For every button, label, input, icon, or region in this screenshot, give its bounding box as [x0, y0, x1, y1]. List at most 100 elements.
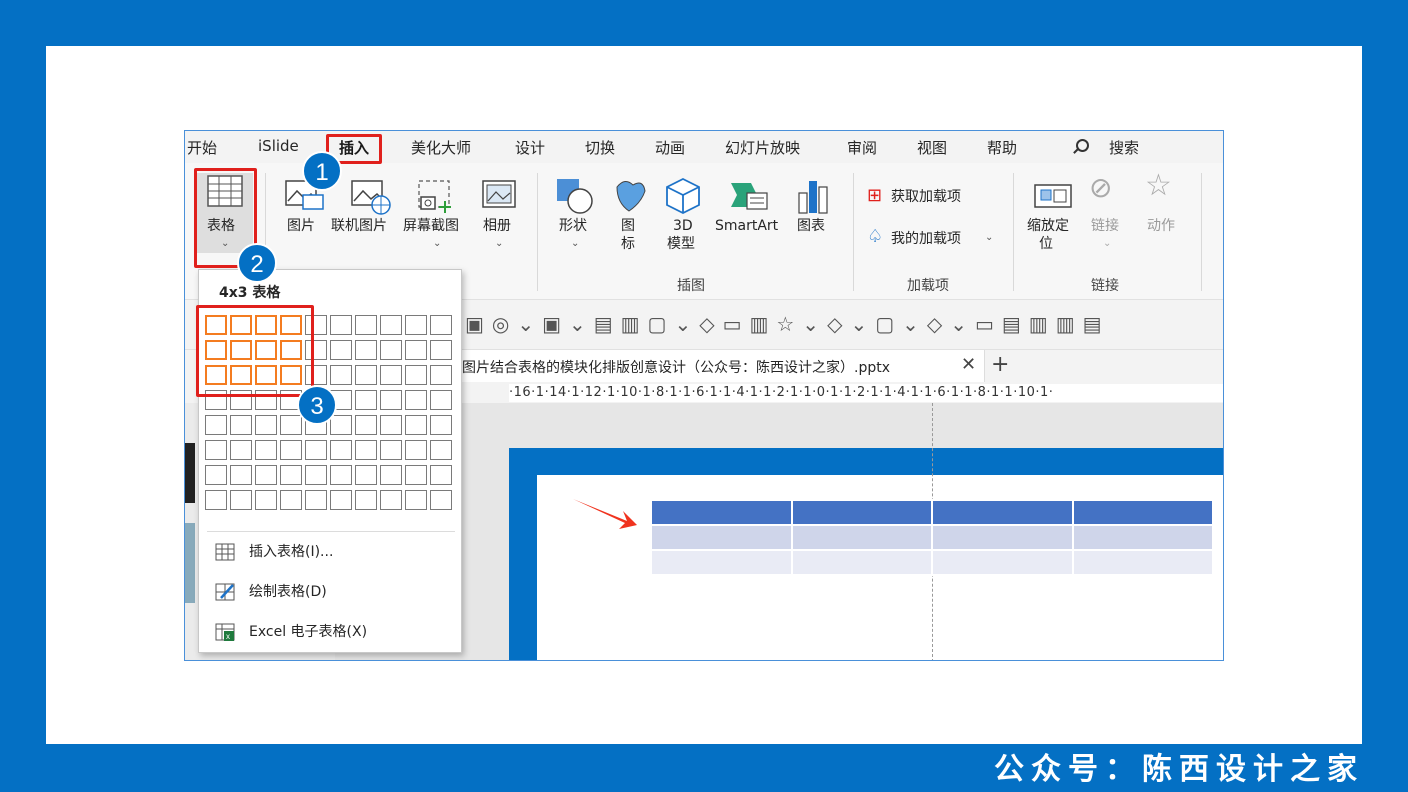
tab-beautify[interactable]: 美化大师 — [411, 137, 471, 158]
smartart-button[interactable]: SmartArt — [713, 173, 785, 253]
icons-button[interactable]: 图 标 — [609, 173, 649, 263]
table-cell[interactable] — [790, 499, 933, 526]
grid-cell[interactable] — [405, 315, 427, 335]
tab-review[interactable]: 审阅 — [847, 137, 877, 158]
grid-cell[interactable] — [430, 440, 452, 460]
grid-cell[interactable] — [330, 465, 352, 485]
chart-button[interactable]: 图表 — [791, 173, 835, 253]
grid-cell[interactable] — [355, 365, 377, 385]
shapes-button[interactable]: 形状 ⌄ — [553, 173, 597, 253]
grid-cell[interactable] — [355, 465, 377, 485]
grid-cell[interactable] — [430, 490, 452, 510]
grid-cell[interactable] — [280, 415, 302, 435]
album-button[interactable]: 相册 ⌄ — [477, 173, 521, 253]
grid-cell[interactable] — [305, 440, 327, 460]
grid-cell[interactable] — [330, 415, 352, 435]
grid-cell[interactable] — [380, 365, 402, 385]
table-cell[interactable] — [931, 524, 1074, 551]
new-tab-plus-icon[interactable]: + — [991, 352, 1009, 377]
grid-cell[interactable] — [255, 440, 277, 460]
grid-cell[interactable] — [230, 415, 252, 435]
grid-cell[interactable] — [430, 315, 452, 335]
thumbnail-image[interactable] — [185, 523, 195, 603]
grid-cell[interactable] — [230, 490, 252, 510]
grid-cell[interactable] — [405, 390, 427, 410]
grid-cell[interactable] — [330, 315, 352, 335]
tab-slideshow[interactable]: 幻灯片放映 — [725, 137, 800, 158]
grid-cell[interactable] — [380, 440, 402, 460]
grid-cell[interactable] — [255, 415, 277, 435]
grid-cell[interactable] — [355, 390, 377, 410]
table-cell[interactable] — [790, 524, 933, 551]
grid-cell[interactable] — [205, 440, 227, 460]
screenshot-button[interactable]: 屏幕截图 ⌄ — [403, 173, 469, 253]
excel-table-item[interactable]: x Excel 电子表格(X) — [215, 620, 455, 644]
grid-cell[interactable] — [355, 415, 377, 435]
grid-cell[interactable] — [430, 465, 452, 485]
tab-transitions[interactable]: 切换 — [585, 137, 615, 158]
grid-cell[interactable] — [405, 340, 427, 360]
grid-cell[interactable] — [330, 340, 352, 360]
grid-cell[interactable] — [330, 490, 352, 510]
table-cell[interactable] — [650, 499, 793, 526]
grid-cell[interactable] — [230, 465, 252, 485]
tab-view[interactable]: 视图 — [917, 137, 947, 158]
insert-table-item[interactable]: 插入表格(I)... — [215, 540, 455, 564]
grid-cell[interactable] — [405, 465, 427, 485]
tab-design[interactable]: 设计 — [515, 137, 545, 158]
grid-cell[interactable] — [205, 465, 227, 485]
toolbar-icons[interactable]: ▣◎⌄▣⌄▤▥▢⌄◇▭▥☆⌄◇⌄▢⌄◇⌄▭▤▥▥▤ — [465, 312, 1109, 336]
grid-cell[interactable] — [355, 490, 377, 510]
grid-cell[interactable] — [430, 340, 452, 360]
tab-animations[interactable]: 动画 — [655, 137, 685, 158]
document-tab[interactable]: 图片结合表格的模块化排版创意设计（公众号：陈西设计之家）.pptx ✕ — [455, 350, 985, 382]
close-icon[interactable]: ✕ — [961, 354, 976, 375]
grid-cell[interactable] — [205, 415, 227, 435]
link-button[interactable]: ⊘ 链接 ⌄ — [1085, 173, 1129, 253]
zoom-button[interactable]: 缩放定 位 — [1025, 173, 1079, 263]
grid-cell[interactable] — [305, 465, 327, 485]
inserted-table[interactable] — [650, 499, 1214, 576]
grid-cell[interactable] — [430, 390, 452, 410]
table-cell[interactable] — [1071, 524, 1214, 551]
grid-cell[interactable] — [355, 440, 377, 460]
action-button[interactable]: ☆ 动作 — [1141, 171, 1185, 253]
search-label[interactable]: 搜索 — [1109, 137, 1139, 158]
search-icon[interactable] — [1076, 139, 1089, 152]
grid-cell[interactable] — [405, 365, 427, 385]
draw-table-item[interactable]: 绘制表格(D) — [215, 580, 455, 604]
grid-cell[interactable] — [430, 415, 452, 435]
table-cell[interactable] — [650, 524, 793, 551]
tab-islide[interactable]: iSlide — [258, 137, 299, 155]
grid-cell[interactable] — [355, 315, 377, 335]
table-cell[interactable] — [931, 499, 1074, 526]
grid-cell[interactable] — [380, 390, 402, 410]
tab-home[interactable]: 开始 — [187, 137, 217, 158]
grid-cell[interactable] — [255, 490, 277, 510]
grid-cell[interactable] — [280, 465, 302, 485]
grid-cell[interactable] — [430, 365, 452, 385]
thumbnail-image[interactable] — [185, 443, 195, 503]
grid-cell[interactable] — [355, 340, 377, 360]
table-cell[interactable] — [650, 549, 793, 576]
grid-cell[interactable] — [305, 490, 327, 510]
get-addins-button[interactable]: ⊞ 获取加载项 — [865, 185, 985, 209]
grid-cell[interactable] — [280, 490, 302, 510]
grid-cell[interactable] — [330, 365, 352, 385]
table-cell[interactable] — [1071, 549, 1214, 576]
table-cell[interactable] — [790, 549, 933, 576]
table-cell[interactable] — [1071, 499, 1214, 526]
online-picture-button[interactable]: 联机图片 — [331, 173, 401, 253]
grid-cell[interactable] — [230, 440, 252, 460]
my-addins-button[interactable]: ♤ 我的加载项 ⌄ — [865, 227, 1005, 251]
grid-cell[interactable] — [255, 465, 277, 485]
grid-cell[interactable] — [380, 340, 402, 360]
grid-cell[interactable] — [330, 440, 352, 460]
grid-cell[interactable] — [405, 440, 427, 460]
table-cell[interactable] — [931, 549, 1074, 576]
tab-help[interactable]: 帮助 — [987, 137, 1017, 158]
grid-cell[interactable] — [405, 490, 427, 510]
grid-cell[interactable] — [380, 490, 402, 510]
grid-cell[interactable] — [380, 315, 402, 335]
grid-cell[interactable] — [280, 440, 302, 460]
